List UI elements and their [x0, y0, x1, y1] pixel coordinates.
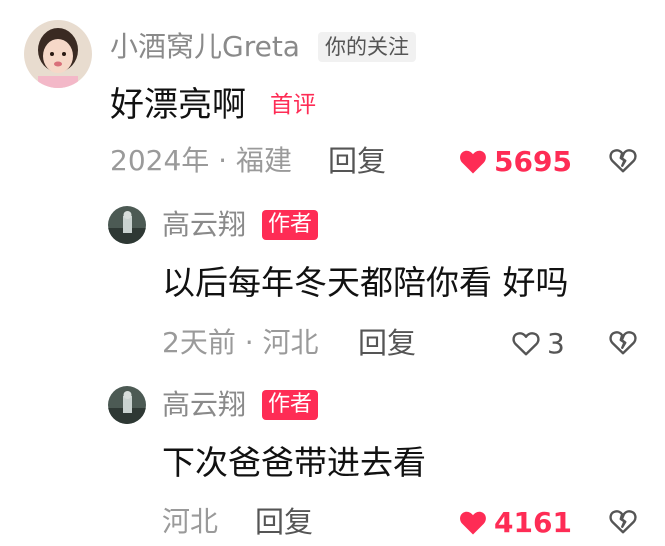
comment-username[interactable]: 小酒窝儿Greta: [110, 30, 300, 64]
heart-icon: [460, 511, 486, 535]
author-badge: 作者: [262, 210, 319, 240]
like-button[interactable]: 4161: [458, 504, 572, 540]
dislike-button[interactable]: [608, 146, 638, 176]
like-count: 3: [547, 326, 565, 360]
dislike-button[interactable]: [608, 507, 638, 537]
reply-username[interactable]: 高云翔: [162, 208, 246, 242]
reply-username[interactable]: 高云翔: [162, 388, 246, 422]
author-badge: 作者: [262, 390, 319, 420]
reply-meta: 2天前 · 河北: [162, 326, 319, 359]
reply-button[interactable]: 回复: [255, 504, 313, 540]
comment-meta: 2024年 · 福建: [110, 144, 292, 177]
reply-avatar[interactable]: [108, 386, 146, 424]
dislike-button[interactable]: [608, 328, 638, 358]
comment-text: 好漂亮啊: [110, 85, 246, 125]
like-count: 4161: [494, 505, 572, 539]
like-button[interactable]: 3: [511, 325, 565, 361]
heart-outline-icon: [512, 332, 540, 356]
like-button[interactable]: 5695: [458, 143, 572, 179]
first-comment-badge: 首评: [270, 92, 316, 118]
broken-heart-icon: [609, 510, 637, 534]
follow-badge: 你的关注: [318, 32, 416, 62]
broken-heart-icon: [609, 331, 637, 355]
reply-text: 下次爸爸带进去看: [162, 443, 426, 482]
reply-button[interactable]: 回复: [328, 143, 386, 179]
reply-text: 以后每年冬天都陪你看 好吗: [162, 263, 569, 302]
reply-meta: 河北: [162, 505, 219, 538]
reply-button[interactable]: 回复: [358, 325, 416, 361]
broken-heart-icon: [609, 149, 637, 173]
avatar[interactable]: [24, 20, 92, 88]
reply-avatar[interactable]: [108, 206, 146, 244]
like-count: 5695: [494, 144, 572, 178]
heart-icon: [460, 150, 486, 174]
